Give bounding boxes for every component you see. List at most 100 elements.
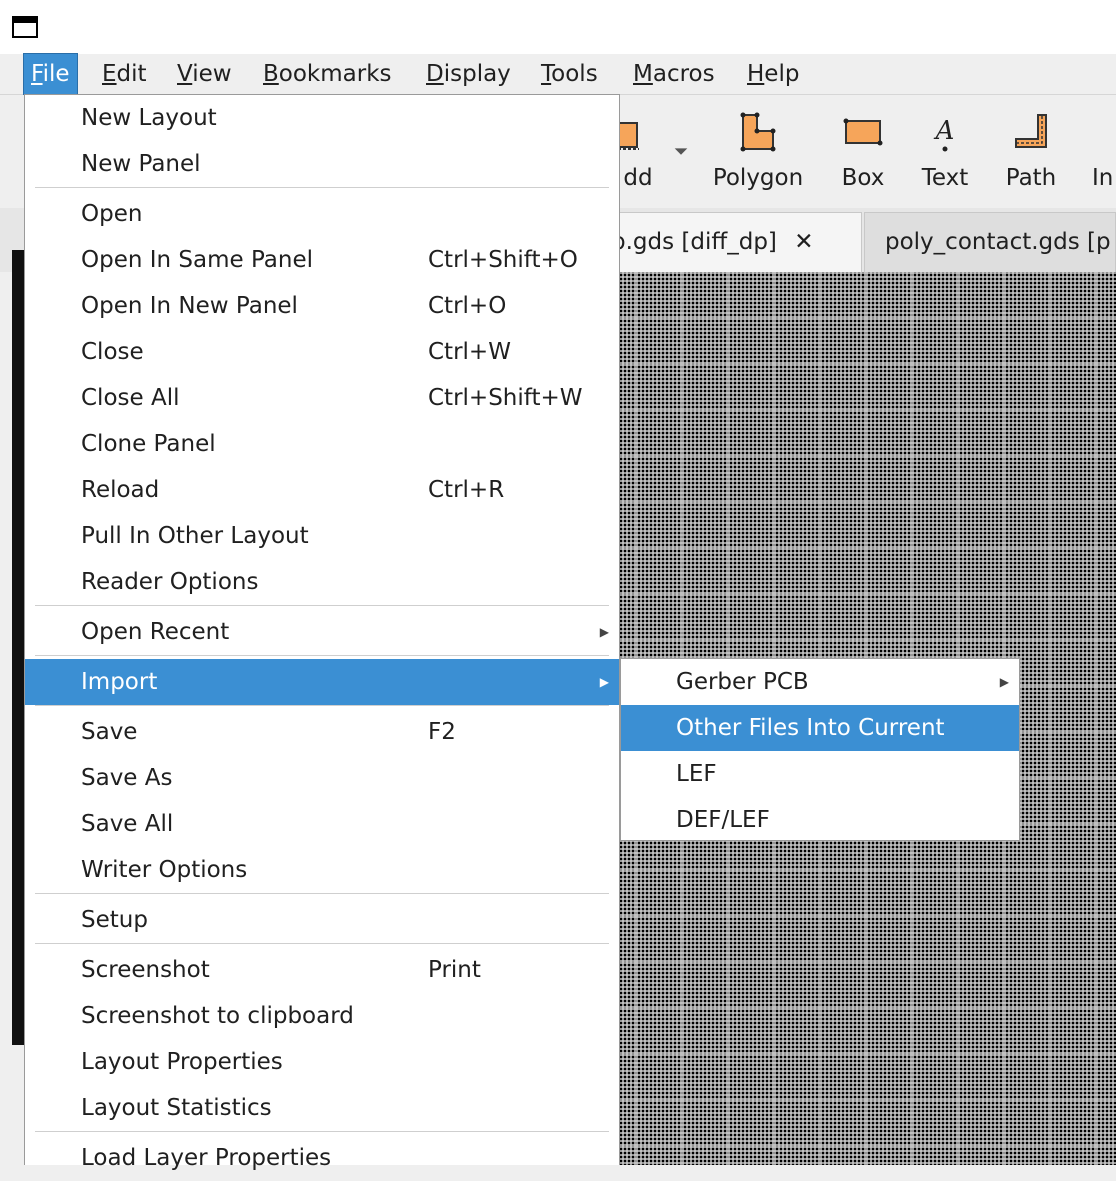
menu-display-label: isplay <box>443 61 511 87</box>
menu-item-shortcut: F2 <box>428 719 456 745</box>
tool-polygon-label: Polygon <box>712 165 804 191</box>
tool-instance-label: In <box>1092 165 1114 191</box>
menu-help[interactable]: Help <box>740 54 806 94</box>
menu-display[interactable]: Display <box>419 54 518 94</box>
path-icon <box>1015 114 1047 148</box>
menu-item-label: Close All <box>81 385 180 411</box>
tool-instance[interactable]: In <box>1084 95 1116 207</box>
menu-item-writer-options[interactable]: Writer Options <box>25 847 619 893</box>
menu-help-label: elp <box>764 61 800 87</box>
tool-text-label: Text <box>921 165 969 191</box>
menu-item-label: Reload <box>81 477 160 503</box>
menu-item-label: New Panel <box>81 151 201 177</box>
menu-item-label: Open In Same Panel <box>81 247 314 273</box>
tool-text[interactable]: A Text <box>912 95 978 207</box>
menu-item-shortcut: Ctrl+R <box>428 477 505 503</box>
menu-separator <box>35 893 609 894</box>
menu-item-label: Other Files Into Current <box>676 715 945 741</box>
tool-path-label: Path <box>1005 165 1057 191</box>
menu-item-save-as[interactable]: Save As <box>25 755 619 801</box>
menu-item-import[interactable]: Import ▶ <box>25 659 619 705</box>
menu-item-shortcut: Ctrl+Shift+W <box>428 385 583 411</box>
menu-item-save[interactable]: Save F2 <box>25 709 619 755</box>
menu-item-setup[interactable]: Setup <box>25 897 619 943</box>
menu-item-reader-options[interactable]: Reader Options <box>25 559 619 605</box>
menu-item-label: Screenshot <box>81 957 210 983</box>
menu-item-new-panel[interactable]: New Panel <box>25 141 619 187</box>
menu-item-open-recent[interactable]: Open Recent ▶ <box>25 609 619 655</box>
window-icon <box>12 16 38 38</box>
menu-item-label: Close <box>81 339 144 365</box>
menu-item-shortcut: Ctrl+W <box>428 339 511 365</box>
menu-separator <box>35 705 609 706</box>
menu-item-label: Layout Properties <box>81 1049 283 1075</box>
menu-item-layout-statistics[interactable]: Layout Statistics <box>25 1085 619 1131</box>
menu-item-close[interactable]: Close Ctrl+W <box>25 329 619 375</box>
tool-box-label: Box <box>841 165 885 191</box>
window-titlebar <box>0 0 1116 54</box>
menu-item-reload[interactable]: Reload Ctrl+R <box>25 467 619 513</box>
tool-box[interactable]: Box <box>830 95 896 207</box>
menu-tools-label: ools <box>551 61 598 87</box>
menu-item-open[interactable]: Open <box>25 191 619 237</box>
menu-macros-label: acros <box>652 61 715 87</box>
menu-item-label: Save <box>81 719 138 745</box>
menu-help-mnemonic: H <box>747 61 765 87</box>
menu-macros[interactable]: Macros <box>626 54 722 94</box>
menu-item-label: Setup <box>81 907 148 933</box>
menu-macros-mnemonic: M <box>633 61 653 87</box>
menu-item-new-layout[interactable]: New Layout <box>25 95 619 141</box>
svg-text:A: A <box>934 116 955 146</box>
menu-item-gerber-pcb[interactable]: Gerber PCB ▶ <box>621 659 1019 705</box>
menu-item-lef[interactable]: LEF <box>621 751 1019 797</box>
menu-tools-mnemonic: T <box>541 61 552 87</box>
tab-diff-dp[interactable]: p.gds [diff_dp] ✕ <box>590 212 862 272</box>
menu-separator <box>35 605 609 606</box>
menu-item-label: LEF <box>676 761 717 787</box>
menu-separator <box>35 655 609 656</box>
submenu-arrow-icon: ▶ <box>599 625 609 639</box>
tool-add-dropdown[interactable] <box>668 95 694 207</box>
menu-item-label: Import <box>81 669 158 695</box>
menu-item-screenshot-clipboard[interactable]: Screenshot to clipboard <box>25 993 619 1039</box>
file-menu: New Layout New Panel Open Open In Same P… <box>24 94 620 1171</box>
menu-item-label: Load Layer Properties <box>81 1145 332 1171</box>
menu-bookmarks-mnemonic: B <box>263 61 279 87</box>
menu-item-save-all[interactable]: Save All <box>25 801 619 847</box>
menu-item-shortcut: Print <box>428 957 481 983</box>
menu-item-other-files-into-current[interactable]: Other Files Into Current <box>621 705 1019 751</box>
menu-bookmarks[interactable]: Bookmarks <box>256 54 399 94</box>
submenu-arrow-icon: ▶ <box>599 675 609 689</box>
menu-item-def-lef[interactable]: DEF/LEF <box>621 797 1019 843</box>
tool-polygon[interactable]: Polygon <box>706 95 810 207</box>
menu-item-label: Reader Options <box>81 569 259 595</box>
menu-item-shortcut: Ctrl+O <box>428 293 507 319</box>
menu-item-open-new-panel[interactable]: Open In New Panel Ctrl+O <box>25 283 619 329</box>
menu-view[interactable]: View <box>170 54 239 94</box>
menu-view-mnemonic: V <box>177 61 193 87</box>
menu-item-label: Open Recent <box>81 619 230 645</box>
menu-item-label: Layout Statistics <box>81 1095 272 1121</box>
menu-item-open-same-panel[interactable]: Open In Same Panel Ctrl+Shift+O <box>25 237 619 283</box>
menu-edit[interactable]: Edit <box>95 54 154 94</box>
menu-item-load-layer-properties[interactable]: Load Layer Properties <box>25 1135 619 1181</box>
menu-item-label: DEF/LEF <box>676 807 770 833</box>
tool-path[interactable]: Path <box>998 95 1064 207</box>
menu-separator <box>35 187 609 188</box>
menu-file[interactable]: File <box>23 53 78 95</box>
close-icon[interactable]: ✕ <box>794 229 813 255</box>
menu-view-label: iew <box>192 61 232 87</box>
menu-item-pull-in-other-layout[interactable]: Pull In Other Layout <box>25 513 619 559</box>
menu-tools[interactable]: Tools <box>534 54 605 94</box>
tab-poly-contact[interactable]: poly_contact.gds [p <box>864 212 1116 272</box>
menu-item-screenshot[interactable]: Screenshot Print <box>25 947 619 993</box>
menu-item-layout-properties[interactable]: Layout Properties <box>25 1039 619 1085</box>
menu-bookmarks-label: ookmarks <box>278 61 392 87</box>
menu-item-clone-panel[interactable]: Clone Panel <box>25 421 619 467</box>
menu-item-label: Writer Options <box>81 857 248 883</box>
menu-item-close-all[interactable]: Close All Ctrl+Shift+W <box>25 375 619 421</box>
menubar: File Edit View Bookmarks Display Tools M… <box>0 53 1116 95</box>
menu-separator <box>35 1131 609 1132</box>
submenu-arrow-icon: ▶ <box>999 675 1009 689</box>
menu-item-label: Pull In Other Layout <box>81 523 309 549</box>
